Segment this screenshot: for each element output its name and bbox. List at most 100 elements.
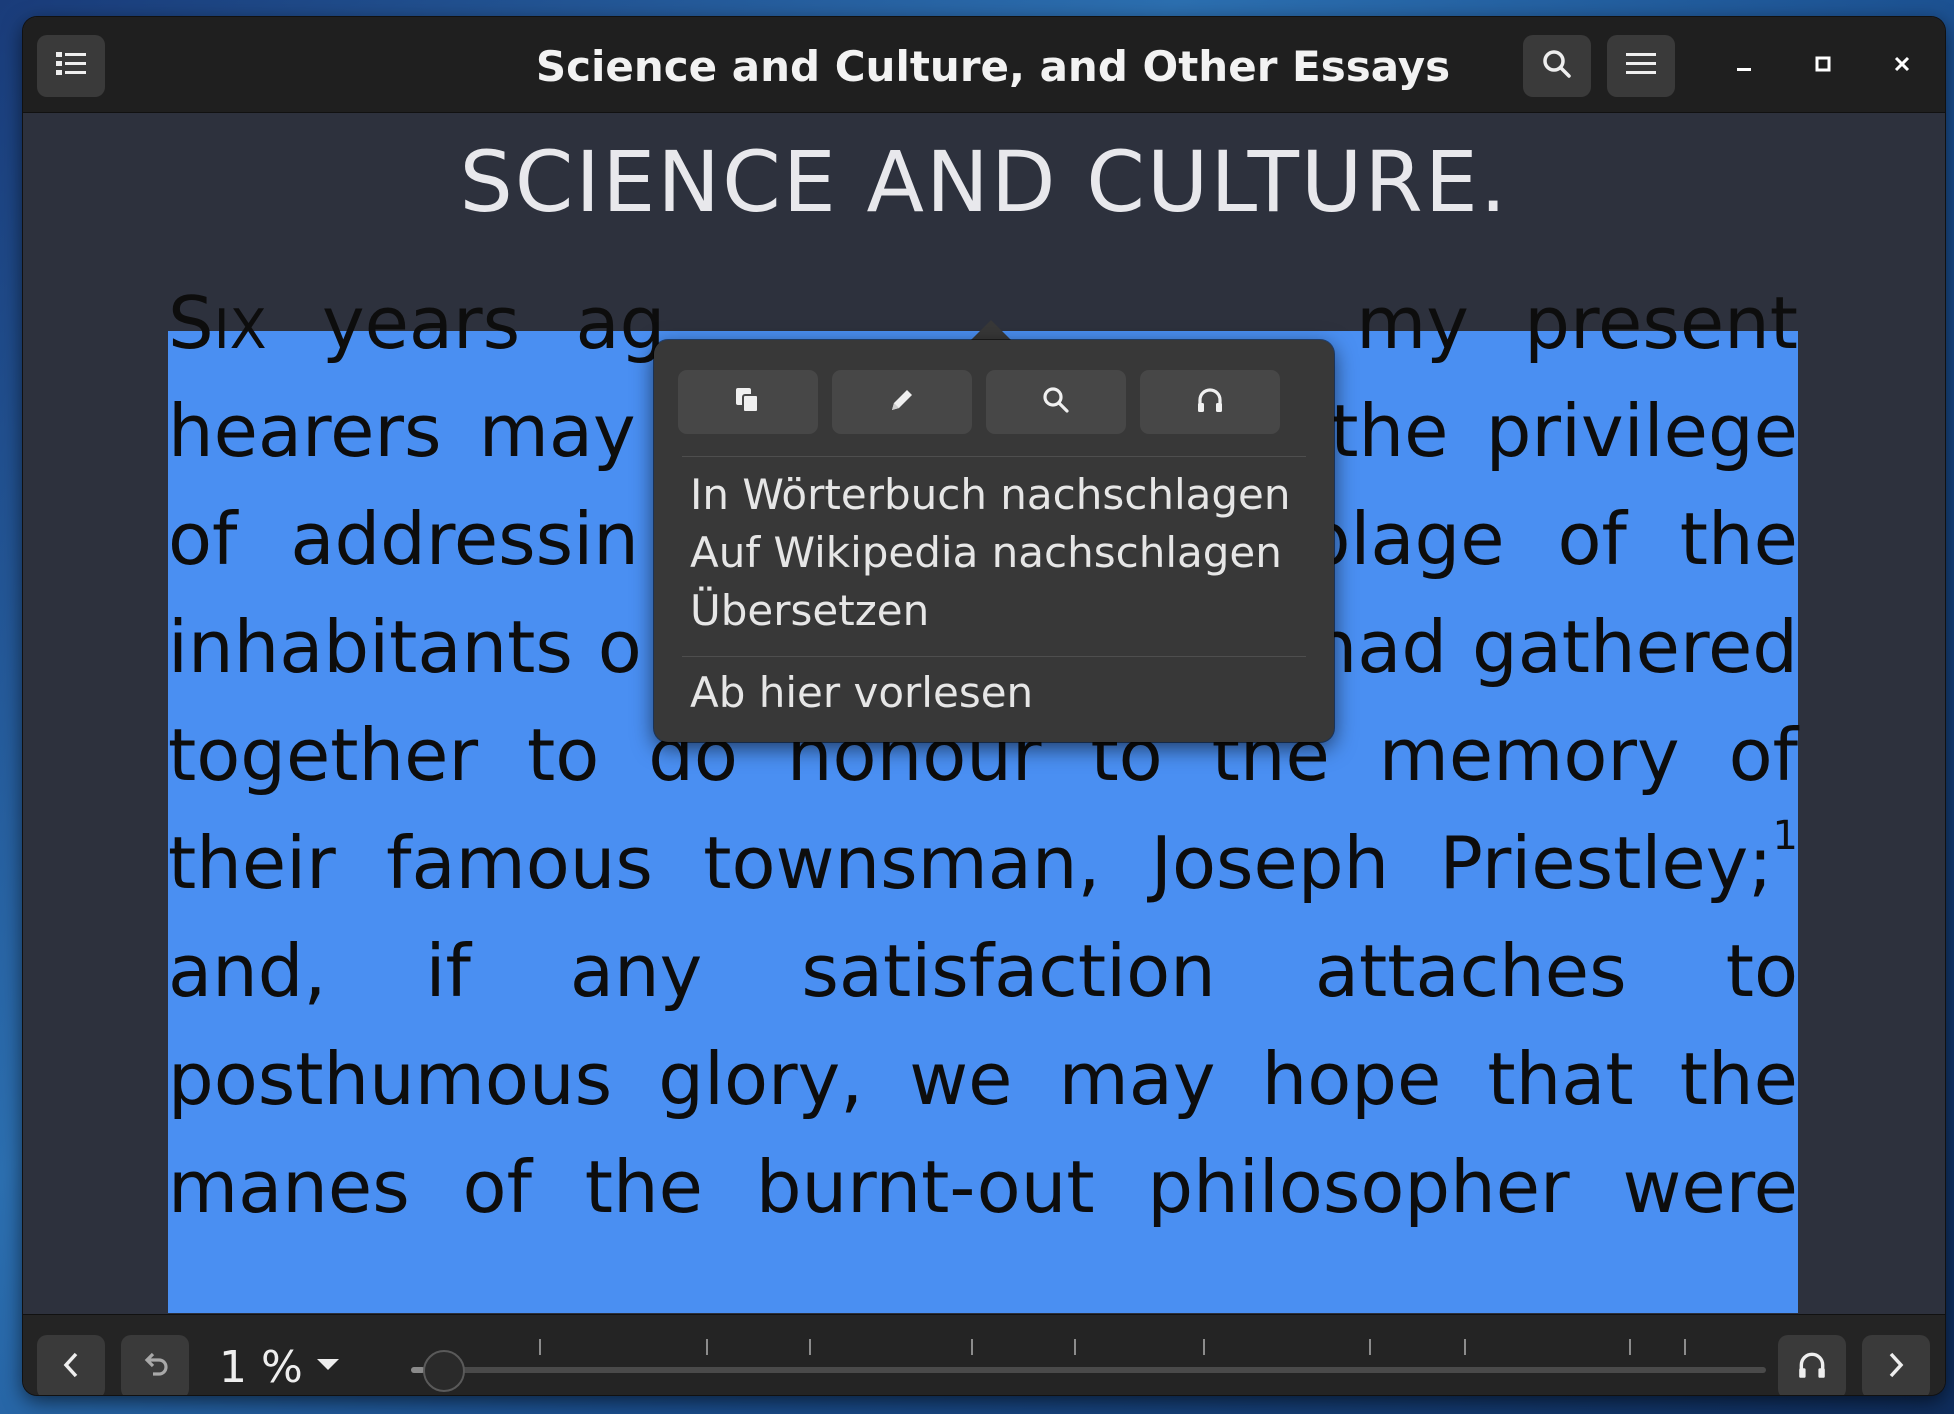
bottom-bar: 1 % bbox=[23, 1314, 1945, 1395]
headphones-icon bbox=[1195, 385, 1225, 419]
word: glory, bbox=[658, 1037, 864, 1121]
chevron-left-icon bbox=[59, 1350, 83, 1384]
word: hearers bbox=[168, 389, 442, 473]
main-menu-button[interactable] bbox=[1607, 35, 1675, 97]
highlight-button[interactable] bbox=[832, 370, 972, 434]
word: their bbox=[168, 821, 336, 905]
chevron-right-icon bbox=[1884, 1350, 1908, 1384]
minimize-button[interactable] bbox=[1721, 41, 1767, 87]
chapter-title: SCIENCE AND CULTURE. bbox=[459, 133, 1509, 231]
word: satisfaction bbox=[801, 929, 1216, 1013]
word: ag bbox=[575, 281, 666, 365]
word: attaches bbox=[1314, 929, 1627, 1013]
headphones-icon bbox=[1796, 1349, 1828, 1385]
next-page-button[interactable] bbox=[1862, 1335, 1930, 1395]
hamburger-menu-icon bbox=[1626, 51, 1656, 81]
word: of bbox=[1557, 497, 1627, 581]
popover-divider bbox=[682, 456, 1306, 457]
word: to bbox=[526, 713, 600, 797]
chapter-tick bbox=[1074, 1339, 1076, 1355]
menu-item-wikipedia[interactable]: Auf Wikipedia nachschlagen bbox=[690, 528, 1282, 577]
speak-button[interactable] bbox=[1140, 370, 1280, 434]
chapter-tick bbox=[706, 1339, 708, 1355]
word: famous bbox=[386, 821, 653, 905]
text-line[interactable]: posthumous glory, we may hope that the bbox=[168, 1029, 1798, 1129]
previous-page-button[interactable] bbox=[37, 1335, 105, 1395]
maximize-button[interactable] bbox=[1800, 41, 1846, 87]
word: gathered bbox=[1471, 605, 1798, 689]
menu-item-read-aloud[interactable]: Ab hier vorlesen bbox=[690, 668, 1033, 717]
popover-arrow bbox=[969, 320, 1013, 342]
close-button[interactable] bbox=[1879, 41, 1925, 87]
maximize-icon bbox=[1813, 47, 1833, 82]
text-line[interactable]: their famous townsman, Joseph Priestley;… bbox=[168, 813, 1798, 913]
chapter-tick bbox=[1684, 1339, 1686, 1355]
word: manes bbox=[168, 1145, 410, 1229]
table-of-contents-button[interactable] bbox=[37, 35, 105, 97]
word: of bbox=[168, 497, 238, 581]
word: may bbox=[478, 389, 636, 473]
word: that bbox=[1487, 1037, 1634, 1121]
header-bar: Science and Culture, and Other Essays bbox=[23, 17, 1945, 113]
minimize-icon bbox=[1734, 47, 1754, 82]
word: o bbox=[597, 605, 642, 689]
word: present bbox=[1524, 281, 1798, 365]
selection-popover: In Wörterbuch nachschlagen Auf Wikipedia… bbox=[654, 340, 1334, 742]
chapter-tick bbox=[971, 1339, 973, 1355]
word: the bbox=[1679, 497, 1798, 581]
copy-icon bbox=[733, 385, 763, 419]
progress-slider-handle[interactable] bbox=[422, 1350, 465, 1392]
footnote-marker[interactable]: 1 bbox=[1773, 813, 1798, 859]
word: if bbox=[425, 929, 471, 1013]
reader-window: Science and Culture, and Other Essays SC… bbox=[23, 17, 1945, 1395]
word: the bbox=[1330, 389, 1449, 473]
text-line[interactable]: manes of the burnt-out philosopher were bbox=[168, 1137, 1798, 1237]
chapter-tick bbox=[809, 1339, 811, 1355]
word: memory bbox=[1378, 713, 1680, 797]
word-with-footnote: Priestley;1 bbox=[1439, 813, 1798, 905]
search-icon bbox=[1041, 385, 1071, 419]
word: posthumous bbox=[168, 1037, 613, 1121]
word: may bbox=[1058, 1037, 1216, 1121]
word: of bbox=[462, 1145, 532, 1229]
chapter-tick bbox=[1203, 1339, 1205, 1355]
back-button[interactable] bbox=[121, 1335, 189, 1395]
word: were bbox=[1622, 1145, 1798, 1229]
word: my bbox=[1356, 281, 1469, 365]
word: to bbox=[1725, 929, 1798, 1013]
word: townsman, bbox=[703, 821, 1101, 905]
list-icon bbox=[56, 51, 86, 81]
progress-slider-track[interactable] bbox=[411, 1367, 1766, 1373]
word: privilege bbox=[1485, 389, 1798, 473]
narration-button[interactable] bbox=[1778, 1335, 1846, 1395]
search-button[interactable] bbox=[1523, 35, 1591, 97]
word: Joseph bbox=[1150, 821, 1390, 905]
progress-percentage[interactable]: 1 % bbox=[219, 1335, 303, 1395]
text-line[interactable]: and, if any satisfaction attaches to bbox=[168, 921, 1798, 1021]
dropdown-caret-icon[interactable] bbox=[317, 1359, 339, 1370]
word: blage bbox=[1304, 497, 1505, 581]
word: together bbox=[168, 713, 479, 797]
chapter-tick bbox=[539, 1339, 541, 1355]
window-title: Science and Culture, and Other Essays bbox=[535, 41, 1451, 91]
word: philosopher bbox=[1147, 1145, 1570, 1229]
menu-item-translate[interactable]: Übersetzen bbox=[690, 586, 929, 635]
word: we bbox=[909, 1037, 1013, 1121]
search-icon bbox=[1541, 48, 1573, 84]
word: addressin bbox=[290, 497, 639, 581]
close-icon bbox=[1892, 47, 1912, 82]
word: hope bbox=[1261, 1037, 1442, 1121]
word: and, bbox=[168, 929, 327, 1013]
find-selection-button[interactable] bbox=[986, 370, 1126, 434]
word: the bbox=[584, 1145, 703, 1229]
popover-divider bbox=[682, 656, 1306, 657]
word: any bbox=[569, 929, 703, 1013]
chapter-tick bbox=[1369, 1339, 1371, 1355]
word: inhabitants bbox=[168, 605, 573, 689]
word: the bbox=[1679, 1037, 1798, 1121]
word: years bbox=[322, 281, 521, 365]
menu-item-dictionary[interactable]: In Wörterbuch nachschlagen bbox=[690, 470, 1291, 519]
word-six: SIX bbox=[168, 281, 267, 365]
undo-arrow-icon bbox=[139, 1350, 171, 1384]
copy-button[interactable] bbox=[678, 370, 818, 434]
